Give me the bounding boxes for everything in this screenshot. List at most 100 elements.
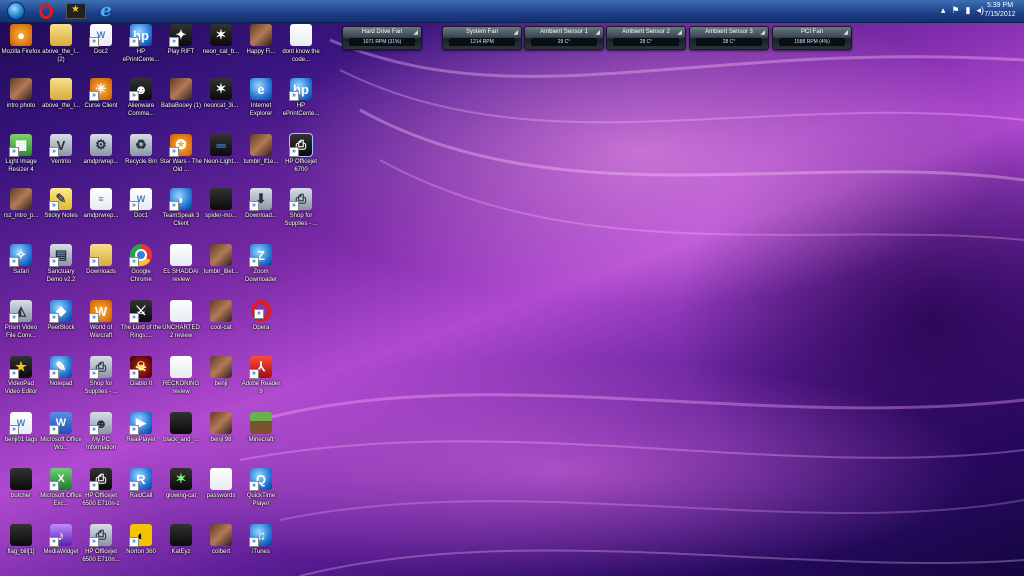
- desktop-icon-benji01-tags[interactable]: Wbenji01 tags: [0, 412, 42, 464]
- desktop-icon-benji98[interactable]: benji 98: [200, 412, 242, 464]
- desktop-icon-sanctuary[interactable]: ▤ Sanctuary Demo v2.2: [40, 244, 82, 296]
- desktop-icon-butcher[interactable]: butcher: [0, 468, 42, 520]
- desktop-icon-diablo[interactable]: ☠ Diablo II: [120, 356, 162, 408]
- desktop-icon-firefox[interactable]: ● Mozilla Firefox: [0, 24, 42, 76]
- desktop-icon-hp-officejet-6500[interactable]: ⎙ HP Officejet 6500 E710n-z: [80, 468, 122, 520]
- desktop-icon-uncharted[interactable]: UNCHARTED 2 review: [160, 300, 202, 352]
- desktop-icon-happy[interactable]: Happy Fi...: [240, 24, 282, 76]
- flag-icon[interactable]: ⚑: [951, 5, 959, 16]
- desktop-icon-download[interactable]: ⬇ Download...: [240, 188, 282, 240]
- desktop-icon-doc2[interactable]: W Doc2: [80, 24, 122, 76]
- desktop-icon-intro-photo[interactable]: intro photo: [0, 78, 42, 130]
- gadget-ambient-sensor-3[interactable]: ◢ Ambient Sensor 3 28 C°: [689, 26, 769, 50]
- desktop-icon-flag-bill[interactable]: flag_bill[1]: [0, 524, 42, 576]
- network-icon[interactable]: ▮: [966, 5, 971, 16]
- gadget-value: 29 C°: [531, 38, 597, 46]
- desktop-icon-neon-cat[interactable]: ✶ neon_cat_b...: [200, 24, 242, 76]
- desktop-icon-star-wars[interactable]: ✪ Star Wars - The Old ...: [160, 134, 202, 186]
- desktop-icon-shop-supplies-2[interactable]: ⎙ Shop for Supplies - ...: [80, 356, 122, 408]
- desktop-icon-teamspeak[interactable]: ◗ TeamSpeak 3 Client: [160, 188, 202, 240]
- gadget-system-fan[interactable]: ◢ System Fan 1214 RPM: [442, 26, 522, 50]
- desktop-icon-amdprwrep[interactable]: ⚙ amdprwrep...: [80, 134, 122, 186]
- desktop-icon-adobe-reader[interactable]: ⅄ Adobe Reader 9: [240, 356, 282, 408]
- desktop-icon-ventrilo[interactable]: V Ventrilo: [40, 134, 82, 186]
- desktop-icon-warcraft[interactable]: W World of Warcraft: [80, 300, 122, 352]
- desktop-icon-passwords[interactable]: passwords: [200, 468, 242, 520]
- desktop-icon-hp-officejet-6500-2[interactable]: ⎙ HP Officejet 6500 E710n...: [80, 524, 122, 576]
- icon-label: colbert: [211, 549, 230, 555]
- desktop-icon-shop-supplies[interactable]: ⎙ Shop for Supplies - ...: [280, 188, 322, 240]
- desktop-icon-videopad[interactable]: ★ VideoPad Video Editor: [0, 356, 42, 408]
- desktop-icon-word[interactable]: W Microsoft Office Wo...: [40, 412, 82, 464]
- desktop-icon-notepad[interactable]: ✎ Notepad: [40, 356, 82, 408]
- desktop-icon-hp-officejet-6700[interactable]: ⎙ HP Officejet 6700: [280, 133, 322, 186]
- icon-label: above_the_l...: [42, 103, 80, 109]
- desktop-icon-mediawidget[interactable]: ♪ MediaWidget: [40, 524, 82, 576]
- desktop-icon-rsz-intro[interactable]: rsz_intro_p...: [0, 188, 42, 240]
- desktop-icon-recycle-bin[interactable]: ♻ Recycle Bin: [120, 134, 162, 186]
- desktop-icon-benji[interactable]: benji: [200, 356, 242, 408]
- desktop-icon-kateyz[interactable]: KatEyz: [160, 524, 202, 576]
- gadget-hard-drive-fan[interactable]: ◢ Hard Drive Fan 1071 RPM (31%): [342, 26, 422, 50]
- printer-icon: ⎙: [289, 133, 313, 157]
- gadget-pci-fan[interactable]: ◢ PCI Fan 1588 RPM (4%): [772, 26, 852, 50]
- desktop-icon-peerblock[interactable]: ◆ PeerBlock: [40, 300, 82, 352]
- desktop-icon-neoncat3[interactable]: ✶ neoncat_3i...: [200, 78, 242, 130]
- desktop-icon-hp-eprint[interactable]: hp HP ePrintCente...: [120, 24, 162, 76]
- desktop-icon-realplayer[interactable]: ▶ RealPlayer: [120, 412, 162, 464]
- desktop-icon-norton[interactable]: ◐ Norton 360: [120, 524, 162, 576]
- desktop-icon-bababooey[interactable]: BabaBooey (1): [160, 78, 202, 130]
- desktop-icon-black-and[interactable]: black_and_...: [160, 412, 202, 464]
- desktop-icon-downloads[interactable]: Downloads: [80, 244, 122, 296]
- chevron-up-icon[interactable]: ▴: [941, 5, 946, 16]
- gadget-ambient-sensor-2[interactable]: ◢ Ambient Sensor 2 28 C°: [606, 26, 686, 50]
- desktop-icon-tumblr-l8et[interactable]: tumblr_l8et...: [200, 244, 242, 296]
- desktop-icon-dont-know[interactable]: dont know the code...: [280, 24, 322, 76]
- desktop-icon-quicktime[interactable]: Q QuickTime Player: [240, 468, 282, 520]
- desktop-icon-folder-2[interactable]: above_the_l...: [40, 78, 82, 130]
- desktop-icon-folder[interactable]: above_the_l... (2): [40, 24, 82, 76]
- desktop-icon-doc1[interactable]: W Doc1: [120, 188, 162, 240]
- desktop-icon-excel[interactable]: X Microsoft Office Exc...: [40, 468, 82, 520]
- desktop-icon-itunes[interactable]: ♫ iTunes: [240, 524, 282, 576]
- icon-label: QuickTime Player: [246, 493, 276, 507]
- desktop-icon-lotr[interactable]: ⚔ The Lord of the Rings:...: [120, 300, 162, 352]
- icon-label: Doc1: [133, 213, 148, 219]
- start-button[interactable]: [2, 1, 30, 21]
- desktop-icon-neon-light[interactable]: ═ Neon-Light...: [200, 134, 242, 186]
- desktop-icon-zoom-downloader[interactable]: Z Zoom Downloader: [240, 244, 282, 296]
- desktop-icon-glowing-cat[interactable]: ✶ glowing-cat: [160, 468, 202, 520]
- icon-label: butcher: [10, 493, 31, 499]
- taskbar-clock[interactable]: 5:39 PM 7/15/2012: [980, 1, 1020, 19]
- desktop-icon-minecraft[interactable]: Minecraft: [240, 412, 282, 464]
- desktop-icon-tumblr[interactable]: tumblr_lf1e...: [240, 134, 282, 186]
- desktop-icon-sticky-notes[interactable]: ✎ Sticky Notes: [40, 188, 82, 240]
- desktop-icon-alienware[interactable]: ☻ Alienware Comma...: [120, 78, 162, 130]
- gadget-arrow-icon: ◢: [513, 30, 518, 36]
- desktop-icon-ie[interactable]: e Internet Explorer: [240, 78, 282, 130]
- gadget-arrow-icon: ◢: [595, 30, 600, 36]
- taskbar-opera-button[interactable]: [32, 1, 60, 21]
- desktop-icon-reckoning[interactable]: RECKONING review: [160, 356, 202, 408]
- desktop-icon-el-shaddai[interactable]: EL SHADDAI review: [160, 244, 202, 296]
- desktop-icon-cool-cat[interactable]: cool-cat: [200, 300, 242, 352]
- desktop-icon-opera[interactable]: Opera: [240, 300, 282, 352]
- desktop-icon-my-pc-info[interactable]: ☻ My PC Information: [80, 412, 122, 464]
- desktop-icon-chrome[interactable]: Google Chrome: [120, 244, 162, 296]
- desktop-icon-hp-eprint-2[interactable]: hp HP ePrintCente...: [280, 78, 322, 130]
- desktop-icon-light-image-resizer[interactable]: ▦ Light Image Resizer 4: [0, 134, 42, 186]
- desktop-icon-spider-mo[interactable]: spider-mo...: [200, 188, 242, 240]
- desktop-icon-safari[interactable]: ✧ Safari: [0, 244, 42, 296]
- desktop-icon-raidcall[interactable]: R RaidCall: [120, 468, 162, 520]
- gadget-ambient-sensor-1[interactable]: ◢ Ambient Sensor 1 29 C°: [524, 26, 604, 50]
- desktop-icon-amdprwrep-2[interactable]: ≡ amdprwrep...: [80, 188, 122, 240]
- taskbar-videopad-button[interactable]: [62, 1, 90, 21]
- taskbar-ie-button[interactable]: e: [92, 1, 120, 21]
- desktop-icon-colbert[interactable]: colbert: [200, 524, 242, 576]
- image-icon: [10, 188, 32, 210]
- icon-label: TeamSpeak 3 Client: [162, 213, 200, 227]
- desktop-icon-curse-client[interactable]: ☀ Curse Client: [80, 78, 122, 130]
- icon-label: World of Warcraft: [89, 325, 113, 339]
- desktop-icon-prism[interactable]: ◭ Prism Video File Conv...: [0, 300, 42, 352]
- desktop-icon-rift[interactable]: ✦ Play RIFT: [160, 24, 202, 76]
